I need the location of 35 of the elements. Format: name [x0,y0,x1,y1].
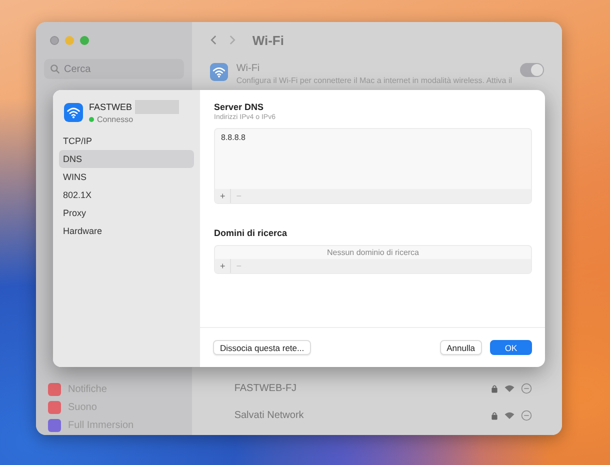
status-dot [89,117,94,122]
network-name[interactable]: FASTWEB-FJ [234,383,485,394]
zoom-icon[interactable] [80,36,89,45]
wifi-icon [210,63,228,81]
dns-server-entry[interactable]: 8.8.8.8 [221,133,246,142]
sidebar-tab[interactable]: 802.1X [59,186,194,204]
wifi-toggle[interactable] [520,63,544,77]
wifi-signal-icon [504,411,515,420]
network-name: FASTWEB [89,102,132,112]
forget-network-button[interactable]: Dissocia questa rete... [213,340,312,355]
sidebar-tab[interactable]: WINS [59,168,194,186]
ok-button[interactable]: OK [490,340,532,355]
wifi-signal-icon [504,384,515,393]
forward-icon[interactable] [228,34,236,46]
close-icon[interactable] [50,36,59,45]
sidebar-tab[interactable]: Proxy [59,204,194,222]
sidebar-tab[interactable]: Hardware [59,222,194,240]
sidebar-tab[interactable]: DNS [59,150,194,168]
wifi-title: Wi-Fi [236,63,261,74]
lock-icon [491,384,498,393]
section-title: Domini di ricerca [214,228,288,238]
section-title: Server DNS [214,102,264,112]
wifi-icon [64,102,83,122]
lock-icon [491,411,498,420]
back-icon[interactable] [210,34,218,46]
search-icon [50,64,60,74]
sidebar-tab[interactable]: TCP/IP [59,132,194,150]
add-button[interactable]: + [215,189,232,203]
network-name[interactable]: Salvati Network [234,410,485,421]
minimize-icon[interactable] [65,36,74,45]
connection-status: Connesso [97,115,134,124]
cancel-button[interactable]: Annulla [440,340,482,355]
empty-list-text: Nessun dominio di ricerca [326,247,420,259]
add-button[interactable]: + [215,259,232,273]
window-title: Wi-Fi [252,32,284,48]
